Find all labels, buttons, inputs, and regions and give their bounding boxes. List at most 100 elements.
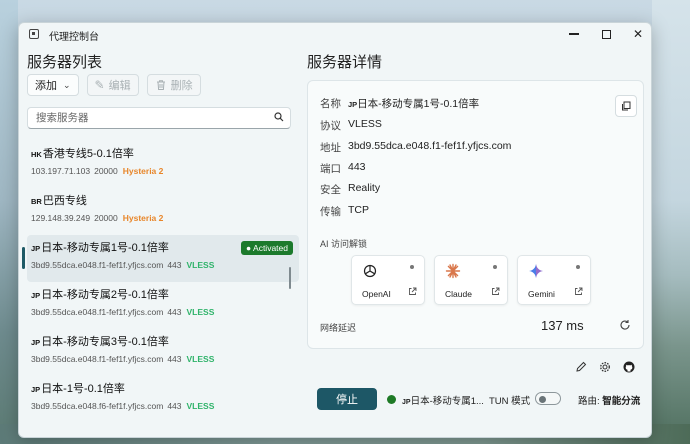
country-code: JP: [31, 385, 41, 394]
app-icon: [29, 29, 39, 39]
server-item[interactable]: JP日本-移动专属3号-0.1倍率 3bd9.55dca.e048.f1-fef…: [27, 329, 299, 376]
add-button[interactable]: 添加 ⌄: [27, 74, 79, 96]
country-code: JP: [31, 244, 41, 253]
server-port: 443: [167, 354, 182, 364]
server-port: 443: [167, 401, 182, 411]
server-item[interactable]: JP日本-1号-0.1倍率 3bd9.55dca.e048.f6-fef1f.y…: [27, 376, 299, 423]
external-link-icon[interactable]: [491, 287, 500, 296]
ai-card-openai[interactable]: OpenAI: [351, 255, 425, 305]
field-port: 端口 443: [320, 161, 366, 176]
app-window: 代理控制台 ✕ 服务器列表 添加 ⌄ ✎ 编辑 删除 HK香港专线5-0.1倍率…: [18, 22, 652, 438]
server-item[interactable]: BR巴西专线 129.148.39.249 20000 Hysteria 2: [27, 188, 299, 235]
connection-status-dot: [387, 395, 396, 404]
server-protocol: VLESS: [186, 401, 215, 411]
desktop-background-left: [0, 0, 18, 444]
server-address: 3bd9.55dca.e048.f6-fef1f.yfjcs.com: [31, 401, 164, 411]
field-value: VLESS: [348, 118, 382, 130]
server-name: 日本-移动专属3号-0.1倍率: [41, 336, 169, 348]
country-code: BR: [31, 197, 42, 206]
server-item-active[interactable]: JP日本-移动专属1号-0.1倍率 ● Activated 3bd9.55dca…: [22, 235, 299, 282]
server-protocol: Hysteria 2: [122, 213, 164, 223]
maximize-icon: [601, 29, 611, 39]
server-list: HK香港专线5-0.1倍率 103.197.71.103 20000 Hysteri…: [22, 141, 299, 437]
edit-icon[interactable]: [575, 361, 587, 373]
server-name: 日本-移动专属2号-0.1倍率: [41, 289, 169, 301]
pencil-icon: ✎: [94, 78, 105, 92]
tun-mode-label: TUN 模式: [489, 396, 531, 407]
server-address: 3bd9.55dca.e048.f1-fef1f.yfjcs.com: [31, 260, 164, 270]
window-title: 代理控制台: [49, 32, 99, 43]
copy-icon: [622, 101, 631, 111]
copy-button[interactable]: [615, 95, 637, 117]
server-protocol: VLESS: [186, 354, 215, 364]
server-port: 443: [167, 260, 182, 270]
country-code: JP: [31, 338, 41, 347]
github-icon[interactable]: [623, 361, 635, 373]
ai-name: Claude: [445, 289, 472, 299]
edit-button[interactable]: ✎ 编辑: [86, 74, 139, 96]
field-name: 名称 JP日本-移动专属1号-0.1倍率: [320, 96, 479, 111]
tun-mode-toggle[interactable]: [535, 392, 561, 405]
stop-button[interactable]: 停止: [317, 388, 377, 410]
search-box: [27, 107, 291, 129]
server-protocol: VLESS: [186, 307, 215, 317]
ai-name: OpenAI: [362, 289, 391, 299]
field-transport: 传输 TCP: [320, 204, 369, 219]
field-address: 地址 3bd9.55dca.e048.f1-fef1f.yfjcs.com: [320, 140, 511, 155]
chevron-down-icon: ⌄: [63, 79, 71, 90]
status-dot: [493, 265, 497, 269]
latency-value: 137 ms: [541, 318, 584, 333]
activated-badge: ● Activated: [241, 241, 293, 255]
current-server: JP日本-移动专属1...: [402, 393, 484, 407]
server-item[interactable]: HK香港专线5-0.1倍率 103.197.71.103 20000 Hysteri…: [27, 141, 299, 188]
field-label: 名称: [320, 98, 341, 110]
add-label: 添加: [35, 80, 57, 92]
ai-section-label: AI 访问解锁: [320, 239, 368, 249]
ai-name: Gemini: [528, 289, 555, 299]
country-code: JP: [348, 100, 358, 109]
field-label: 端口: [320, 163, 341, 175]
status-dot: [576, 265, 580, 269]
maximize-button[interactable]: [591, 25, 621, 43]
minimize-button[interactable]: [559, 25, 589, 43]
field-value: 3bd9.55dca.e048.f1-fef1f.yfjcs.com: [348, 140, 512, 152]
refresh-icon[interactable]: [619, 319, 631, 331]
server-address: 3bd9.55dca.e048.f1-fef1f.yfjcs.com: [31, 307, 164, 317]
field-value: TCP: [348, 204, 369, 216]
route-value: 智能分流: [602, 396, 641, 407]
close-button[interactable]: ✕: [623, 25, 651, 43]
field-label: 传输: [320, 206, 341, 218]
server-port: 20000: [94, 213, 118, 223]
server-list-title: 服务器列表: [27, 54, 103, 71]
ai-card-claude[interactable]: Claude: [434, 255, 508, 305]
field-value: Reality: [348, 182, 381, 194]
openai-icon: [363, 264, 377, 278]
search-icon[interactable]: [274, 112, 284, 122]
close-icon: ✕: [632, 27, 644, 41]
title-bar[interactable]: 代理控制台 ✕: [19, 23, 651, 45]
gemini-icon: [529, 264, 543, 278]
current-server-name: 日本-移动专属1...: [410, 396, 484, 407]
server-address: 129.148.39.249: [31, 213, 91, 223]
status-dot: [410, 265, 414, 269]
external-link-icon[interactable]: [574, 287, 583, 296]
external-link-icon[interactable]: [408, 287, 417, 296]
server-name: 巴西专线: [42, 195, 87, 207]
server-name: 日本-移动专属1号-0.1倍率: [41, 242, 169, 254]
server-name: 日本-1号-0.1倍率: [41, 383, 125, 395]
server-port: 20000: [94, 166, 118, 176]
route-mode[interactable]: 路由: 智能分流: [578, 393, 640, 407]
search-input[interactable]: [28, 108, 258, 128]
delete-label: 删除: [170, 80, 193, 92]
server-item[interactable]: JP日本-移动专属2号-0.1倍率 3bd9.55dca.e048.f1-fef…: [27, 282, 299, 329]
edit-label: 编辑: [108, 80, 131, 92]
country-code: JP: [402, 399, 411, 406]
gear-icon[interactable]: [599, 361, 611, 373]
country-code: HK: [31, 150, 42, 159]
field-protocol: 协议 VLESS: [320, 118, 382, 133]
list-scrollbar[interactable]: [289, 267, 291, 289]
delete-button[interactable]: 删除: [146, 74, 201, 96]
field-label: 协议: [320, 120, 341, 132]
ai-card-gemini[interactable]: Gemini: [517, 255, 591, 305]
field-label: 地址: [320, 142, 341, 154]
